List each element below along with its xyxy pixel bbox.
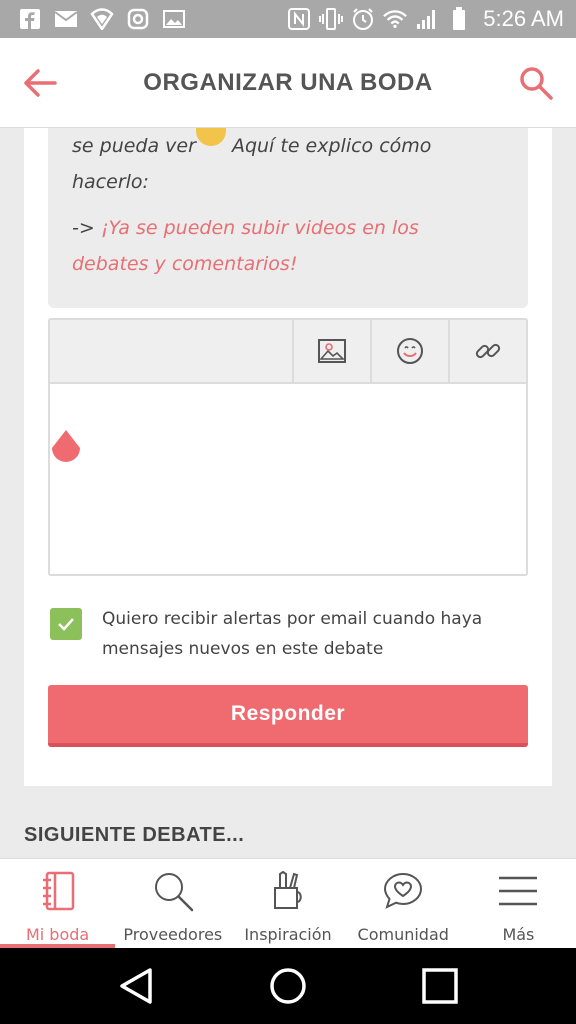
- back-button[interactable]: [0, 38, 80, 128]
- quote-highlight-link[interactable]: ¡Ya se pueden subir videos en los: [101, 217, 419, 239]
- app-bar: ORGANIZAR UNA BODA: [0, 38, 576, 128]
- next-debate-heading: SIGUIENTE DEBATE...: [24, 824, 245, 846]
- emoji-icon: [195, 128, 226, 146]
- email-alerts-checkbox[interactable]: [50, 608, 82, 640]
- system-nav-bar: [0, 948, 576, 1024]
- bottom-nav: Mi boda Proveedores Inspiración Comunida…: [0, 858, 576, 948]
- system-recents-button[interactable]: [410, 956, 470, 1016]
- reply-card: se pueda ver Aquí te explico cómo hacerl…: [24, 128, 552, 786]
- email-alerts-option[interactable]: Quiero recibir alertas por email cuando …: [48, 604, 528, 674]
- page-title: ORGANIZAR UNA BODA: [143, 68, 433, 96]
- text-cursor-handle-icon[interactable]: [49, 428, 83, 466]
- email-alerts-label: Quiero recibir alertas por email cuando …: [102, 604, 522, 664]
- nav-item-proveedores[interactable]: Proveedores: [115, 859, 230, 948]
- insert-emoji-button[interactable]: [370, 320, 448, 382]
- image-icon: [318, 339, 346, 363]
- menu-icon: [494, 869, 542, 913]
- nav-label: Proveedores: [123, 925, 223, 944]
- battery-icon: [447, 7, 471, 31]
- quote-arrow: ->: [72, 217, 101, 239]
- home-circle-icon: [270, 968, 306, 1004]
- message-textarea[interactable]: [50, 384, 526, 574]
- quote-text-prefix: se pueda ver: [72, 135, 196, 157]
- nav-label: Mi boda: [25, 925, 90, 944]
- alarm-icon: [351, 7, 375, 31]
- back-triangle-icon: [120, 968, 152, 1004]
- quote-line-2: hacerlo:: [72, 171, 149, 193]
- recents-square-icon: [422, 968, 458, 1004]
- email-alerts-label-line-1: Quiero recibir alertas por email cuando …: [102, 609, 483, 629]
- notebook-icon: [34, 869, 82, 913]
- facebook-icon: [18, 7, 42, 31]
- vpn-shield-icon: [90, 7, 114, 31]
- nav-label: Inspiración: [244, 925, 332, 944]
- arrow-left-icon: [24, 68, 57, 97]
- nav-item-mi-boda[interactable]: Mi boda: [0, 859, 116, 948]
- nav-label: Comunidad: [357, 925, 449, 944]
- status-left: [0, 7, 186, 31]
- image-icon: [162, 7, 186, 31]
- status-bar: 5:26 AM: [0, 0, 576, 38]
- nav-item-mas[interactable]: Más: [461, 859, 576, 948]
- nfc-icon: [287, 7, 311, 31]
- quote-highlight-1: -> ¡Ya se pueden subir videos en los: [72, 210, 504, 246]
- editor-toolbar: [50, 320, 526, 384]
- nav-item-inspiracion[interactable]: Inspiración: [230, 859, 345, 948]
- quote-line-1: se pueda ver Aquí te explico cómo: [72, 128, 504, 164]
- system-back-button[interactable]: [106, 956, 166, 1016]
- status-right: 5:26 AM: [287, 6, 576, 32]
- chat-heart-icon: [379, 869, 427, 913]
- checkmark-icon: [58, 618, 74, 631]
- system-home-button[interactable]: [258, 956, 318, 1016]
- search-icon: [149, 869, 197, 913]
- signal-icon: [415, 7, 439, 31]
- content-area[interactable]: se pueda ver Aquí te explico cómo hacerl…: [0, 128, 576, 858]
- nav-label: Más: [502, 925, 535, 944]
- email-alerts-label-line-2: mensajes nuevos en este debate: [102, 639, 384, 659]
- wifi-icon: [383, 7, 408, 31]
- reply-button[interactable]: Responder: [48, 685, 528, 747]
- search-icon: [520, 66, 553, 100]
- quote-text-suffix: Aquí te explico cómo: [225, 135, 432, 157]
- insert-image-button[interactable]: [292, 320, 370, 382]
- insert-link-button[interactable]: [448, 320, 526, 382]
- search-button[interactable]: [496, 38, 576, 128]
- nav-item-comunidad[interactable]: Comunidad: [346, 859, 461, 948]
- vibrate-icon: [319, 7, 344, 31]
- email-icon: [54, 7, 78, 31]
- quoted-message: se pueda ver Aquí te explico cómo hacerl…: [48, 128, 528, 308]
- smiley-icon: [397, 338, 423, 364]
- instagram-icon: [126, 7, 150, 31]
- pencil-cup-icon: [264, 869, 312, 913]
- status-time: 5:26 AM: [483, 6, 564, 31]
- link-icon: [475, 343, 501, 359]
- reply-editor: [48, 318, 528, 576]
- quote-highlight-2[interactable]: debates y comentarios!: [72, 246, 504, 282]
